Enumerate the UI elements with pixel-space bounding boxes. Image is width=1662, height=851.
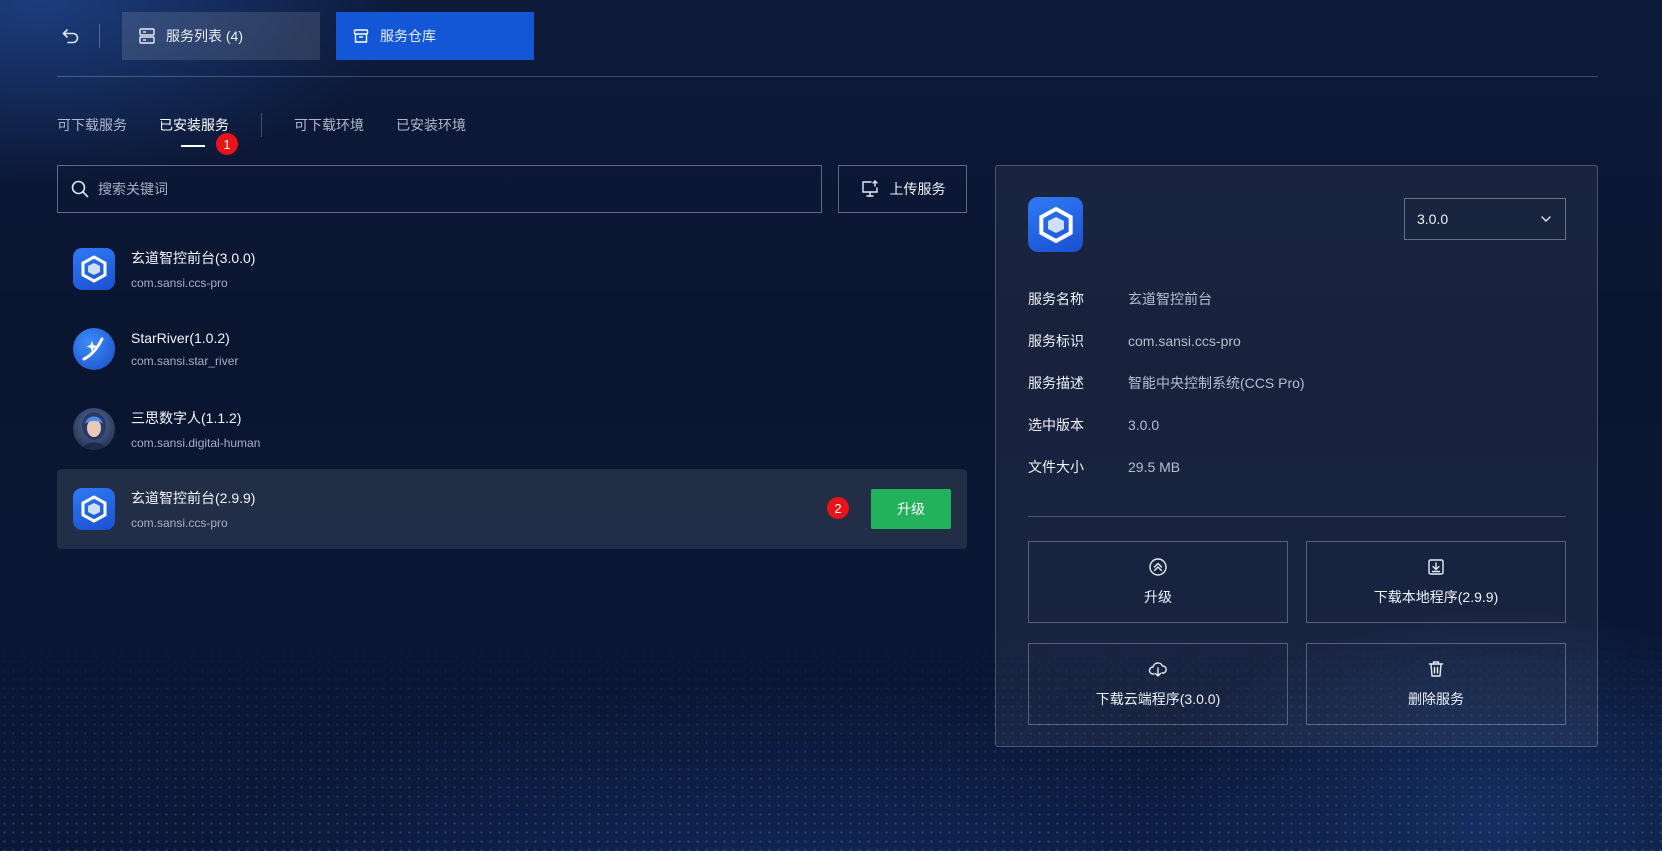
- download-cloud-button[interactable]: 下载云端程序(3.0.0): [1028, 643, 1288, 725]
- cloud-download-icon: [1148, 662, 1167, 677]
- info-label: 服务描述: [1028, 375, 1084, 391]
- tab-service-repository-label: 服务仓库: [380, 28, 436, 44]
- version-select-value: 3.0.0: [1417, 211, 1449, 227]
- info-value: 智能中央控制系统(CCS Pro): [1128, 375, 1305, 391]
- hexagon-app-icon: [73, 248, 115, 290]
- hexagon-app-icon: [73, 488, 115, 530]
- subtab-downloadable-services[interactable]: 可下载服务: [57, 112, 127, 138]
- subtab-installed-environments[interactable]: 已安装环境: [396, 112, 466, 138]
- info-value: 29.5 MB: [1128, 459, 1181, 475]
- hexagon-app-icon: [1028, 197, 1083, 252]
- info-value: 3.0.0: [1128, 417, 1160, 433]
- digital-human-avatar-icon: [73, 408, 115, 450]
- service-title: 三思数字人(1.1.2): [131, 410, 242, 426]
- top-bar: 服务列表 (4) 服务仓库: [57, 12, 534, 60]
- upload-screen-icon: [861, 180, 878, 197]
- service-title: StarRiver(1.0.2): [131, 330, 230, 346]
- server-icon: [139, 28, 155, 44]
- info-row-id: 服务标识 com.sansi.ccs-pro: [1028, 320, 1305, 362]
- search-box[interactable]: [57, 165, 822, 213]
- info-label: 文件大小: [1028, 459, 1084, 475]
- service-info: 服务名称 玄道智控前台 服务标识 com.sansi.ccs-pro 服务描述 …: [1028, 278, 1305, 488]
- upgrade-action-button[interactable]: 升级: [1028, 541, 1288, 623]
- info-label: 服务名称: [1028, 291, 1084, 307]
- info-row-description: 服务描述 智能中央控制系统(CCS Pro): [1028, 362, 1305, 404]
- download-local-label: 下载本地程序(2.9.9): [1373, 589, 1499, 605]
- chevron-down-icon: [1541, 216, 1551, 222]
- info-row-version: 选中版本 3.0.0: [1028, 404, 1305, 446]
- info-value: 玄道智控前台: [1128, 291, 1212, 307]
- tab-service-repository[interactable]: 服务仓库: [336, 12, 534, 60]
- search-input[interactable]: [98, 181, 778, 197]
- upgrade-button[interactable]: 升级: [871, 489, 951, 529]
- upgrade-action-label: 升级: [1144, 589, 1172, 605]
- annotation-badge-1: 1: [216, 133, 238, 155]
- service-id: com.sansi.digital-human: [131, 436, 261, 450]
- panel-divider: [1028, 516, 1566, 517]
- download-cloud-label: 下载云端程序(3.0.0): [1095, 691, 1221, 707]
- header-divider: [57, 76, 1598, 77]
- service-title: 玄道智控前台(2.9.9): [131, 490, 256, 506]
- delete-service-label: 删除服务: [1408, 691, 1464, 707]
- action-grid: 升级 下载本地程序(2.9.9) 下载云端程序(3.0.0) 删除服务: [1028, 541, 1566, 725]
- undo-icon: [62, 29, 79, 44]
- service-id: com.sansi.ccs-pro: [131, 516, 228, 530]
- top-divider: [99, 24, 100, 48]
- service-id: com.sansi.ccs-pro: [131, 276, 228, 290]
- version-select[interactable]: 3.0.0: [1404, 198, 1566, 240]
- tab-service-list-label: 服务列表 (4): [166, 28, 243, 44]
- list-item-selected[interactable]: 玄道智控前台(2.9.9) com.sansi.ccs-pro 2 升级: [57, 469, 967, 549]
- trash-icon: [1428, 661, 1444, 677]
- tab-service-list[interactable]: 服务列表 (4): [122, 12, 320, 60]
- service-id: com.sansi.star_river: [131, 354, 239, 368]
- search-icon: [71, 180, 89, 198]
- info-label: 服务标识: [1028, 333, 1084, 349]
- info-row-size: 文件大小 29.5 MB: [1028, 446, 1305, 488]
- subtab-bar: 可下载服务 已安装服务 可下载环境 已安装环境: [57, 112, 466, 147]
- download-local-icon: [1428, 559, 1444, 575]
- info-label: 选中版本: [1028, 417, 1084, 433]
- info-value: com.sansi.ccs-pro: [1128, 333, 1241, 349]
- archive-icon: [353, 29, 369, 43]
- list-item[interactable]: StarRiver(1.0.2) com.sansi.star_river: [57, 309, 967, 389]
- annotation-badge-2: 2: [827, 497, 849, 519]
- star-river-app-icon: [73, 328, 115, 370]
- list-item[interactable]: 玄道智控前台(3.0.0) com.sansi.ccs-pro: [57, 229, 967, 309]
- service-detail-panel: 3.0.0 服务名称 玄道智控前台 服务标识 com.sansi.ccs-pro…: [995, 165, 1598, 747]
- subtab-downloadable-environments[interactable]: 可下载环境: [294, 112, 364, 138]
- download-local-button[interactable]: 下载本地程序(2.9.9): [1306, 541, 1566, 623]
- upload-service-label: 上传服务: [889, 181, 946, 197]
- subtab-divider: [261, 113, 262, 137]
- upload-service-button[interactable]: 上传服务: [838, 165, 967, 213]
- delete-service-button[interactable]: 删除服务: [1306, 643, 1566, 725]
- service-list: 玄道智控前台(3.0.0) com.sansi.ccs-pro StarRive…: [57, 229, 967, 549]
- list-item[interactable]: 三思数字人(1.1.2) com.sansi.digital-human: [57, 389, 967, 469]
- subtab-installed-services[interactable]: 已安装服务: [159, 112, 229, 147]
- back-button[interactable]: [57, 22, 85, 50]
- info-row-name: 服务名称 玄道智控前台: [1028, 278, 1305, 320]
- service-title: 玄道智控前台(3.0.0): [131, 250, 256, 266]
- upgrade-icon: [1149, 558, 1167, 576]
